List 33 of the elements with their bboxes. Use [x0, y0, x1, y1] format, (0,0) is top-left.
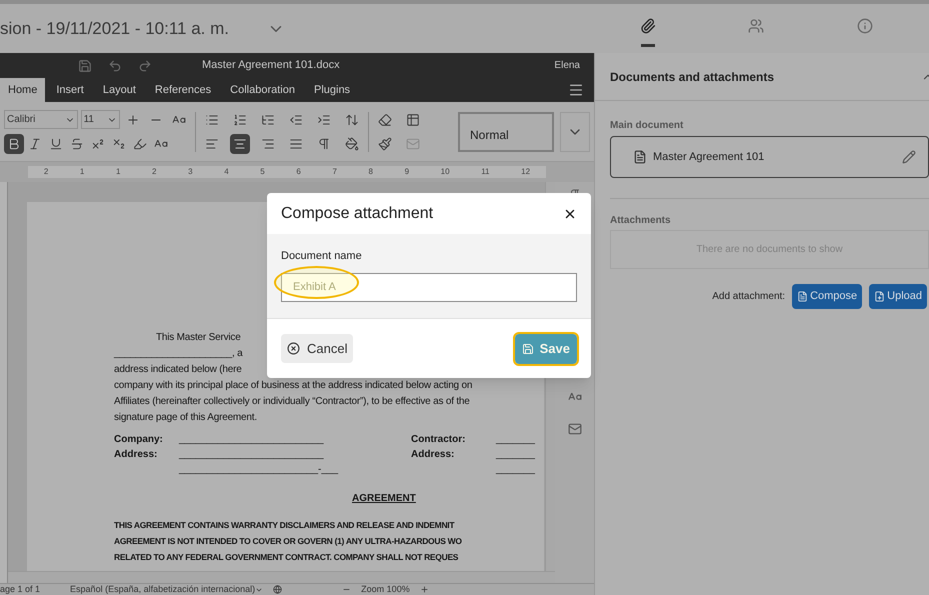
add-attachment-label: Add attachment:	[712, 290, 786, 304]
dialog-title: Compose attachment	[281, 204, 434, 224]
agreement-heading: AGREEMENT	[352, 493, 416, 504]
version-label: sion - 19/11/2021 - 10:11 a. m.	[0, 18, 230, 40]
zoom-level: Zoom 100%	[361, 582, 410, 595]
paragraph-line: THIS AGREEMENT CONTAINS WARRANTY DISCLAIMERS AND RELEASE AND INDEMNIT	[114, 519, 456, 532]
section-label: Attachments	[610, 214, 672, 228]
paragraph-line: signature page of this Agreement.	[114, 412, 257, 423]
party-label: Address:	[411, 449, 454, 460]
blank-line: _______	[496, 433, 535, 447]
user-name: Elena	[554, 59, 580, 73]
paragraph-line: ______________________, a	[114, 348, 242, 359]
party-label: Company:	[114, 434, 163, 445]
main-document-name: Master Agreement 101	[653, 150, 764, 165]
field-label: Document name	[281, 249, 363, 264]
blank-line: _______	[496, 448, 535, 462]
paragraph-line: company with its principal place of business at the address indicated below acting on	[114, 380, 472, 391]
paragraph-line: RELATED TO ANY FEDERAL GOVERNMENT CONTRACT. COMPANY SHALL NOT REQUES	[114, 551, 460, 564]
blank-line: _________________________-___	[179, 463, 340, 477]
paragraph-line: address indicated below (here	[114, 364, 242, 375]
paragraph-line: Affiliates (hereinafter collectively or individually “Contractor”), to be effective as of the	[114, 396, 470, 407]
paragraph-line: This Master Service	[156, 332, 241, 343]
document-title: Master Agreement 101.docx	[202, 58, 340, 74]
horizontal-ruler: 2 1 1 2 3 4 5 6 7 8 9 10 11 12	[28, 166, 546, 178]
blank-line: __________________________	[179, 433, 325, 447]
blank-line: _______	[496, 463, 535, 477]
paragraph-line: AGREEMENT IS NOT INTENDED TO COVER OR GOVERN (1) ANY ULTRA-HAZARDOUS WO	[114, 535, 463, 548]
panel-title: Documents and attachments	[610, 68, 774, 86]
section-label: Main document	[610, 119, 684, 133]
party-label: Address:	[114, 449, 158, 460]
blank-line: __________________________	[179, 448, 325, 462]
page-count: age 1 of 1	[0, 582, 40, 595]
party-label: Contractor:	[411, 434, 466, 445]
